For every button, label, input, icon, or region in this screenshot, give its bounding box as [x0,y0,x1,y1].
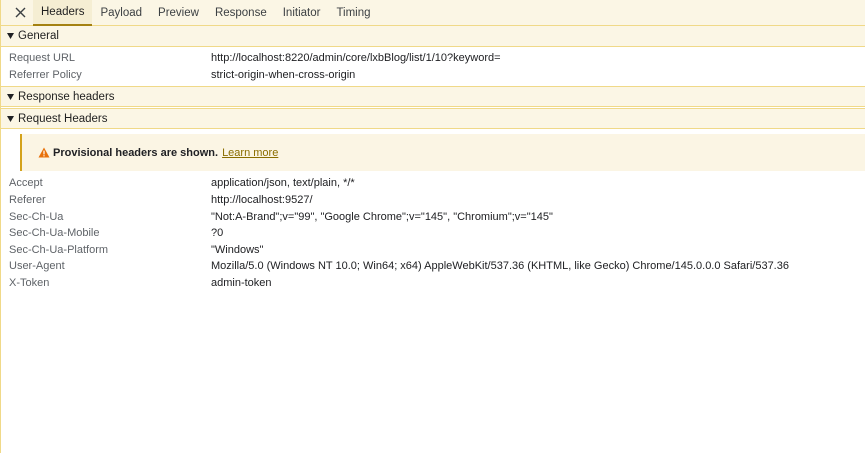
section-request-headers-header[interactable]: Request Headers [1,108,865,130]
header-value: http://localhost:8220/admin/core/lxbBlog… [211,52,501,65]
triangle-down-icon [7,115,17,122]
header-row: Referer http://localhost:9527/ [1,192,865,209]
triangle-down-icon [7,33,17,39]
close-icon [15,7,25,18]
header-name: Sec-Ch-Ua-Platform [9,243,109,256]
tab-headers[interactable]: Headers [33,0,93,26]
header-row: X-Token admin-token [1,275,865,292]
header-row: User-Agent Mozilla/5.0 (Windows NT 10.0;… [1,258,865,275]
header-row: Request URL http://localhost:8220/admin/… [1,50,865,67]
header-value: ?0 [211,227,224,240]
provisional-headers-warning: Provisional headers are shown. Learn mor… [20,134,865,172]
close-button[interactable] [7,0,33,26]
headers-panel: Headers Payload Preview Response Initiat… [0,0,865,453]
header-value: http://localhost:9527/ [211,194,313,207]
header-value: admin-token [211,277,272,290]
header-value: strict-origin-when-cross-origin [211,68,356,81]
learn-more-link[interactable]: Learn more [222,147,278,159]
section-response-headers-title: Response headers [18,90,115,103]
header-name: User-Agent [9,260,65,273]
header-value: "Not:A-Brand";v="99", "Google Chrome";v=… [211,210,553,223]
header-value: "Windows" [211,243,264,256]
header-name: X-Token [9,277,50,290]
header-value: application/json, text/plain, */* [211,177,355,190]
tab-response[interactable]: Response [207,0,275,26]
triangle-down-icon [7,93,17,100]
header-row: Sec-Ch-Ua "Not:A-Brand";v="99", "Google … [1,208,865,225]
section-general-title: General [18,30,59,42]
header-name: Referer [9,194,46,207]
header-row: Referrer Policy strict-origin-when-cross… [1,67,865,84]
header-name: Request URL [9,52,76,65]
tab-payload[interactable]: Payload [92,0,150,26]
tab-bar: Headers Payload Preview Response Initiat… [1,0,865,26]
header-value: Mozilla/5.0 (Windows NT 10.0; Win64; x64… [211,260,789,273]
header-name: Sec-Ch-Ua [9,210,64,223]
tab-initiator[interactable]: Initiator [275,0,329,26]
warning-text: Provisional headers are shown. [53,146,219,159]
header-row: Sec-Ch-Ua-Platform "Windows" [1,242,865,259]
warning-triangle-icon [38,147,50,158]
tab-timing[interactable]: Timing [328,0,378,26]
header-name: Accept [9,177,43,190]
general-rows: Request URL http://localhost:8220/admin/… [1,47,865,86]
request-header-rows: Accept application/json, text/plain, */*… [1,175,865,294]
section-response-headers-header[interactable]: Response headers [1,86,865,108]
section-general-header[interactable]: General [1,26,865,47]
header-row: Sec-Ch-Ua-Mobile ?0 [1,225,865,242]
header-row: Accept application/json, text/plain, */* [1,175,865,192]
header-name: Referrer Policy [9,68,82,81]
header-name: Sec-Ch-Ua-Mobile [9,227,100,240]
tab-preview[interactable]: Preview [150,0,207,26]
section-request-headers-title: Request Headers [18,112,108,125]
